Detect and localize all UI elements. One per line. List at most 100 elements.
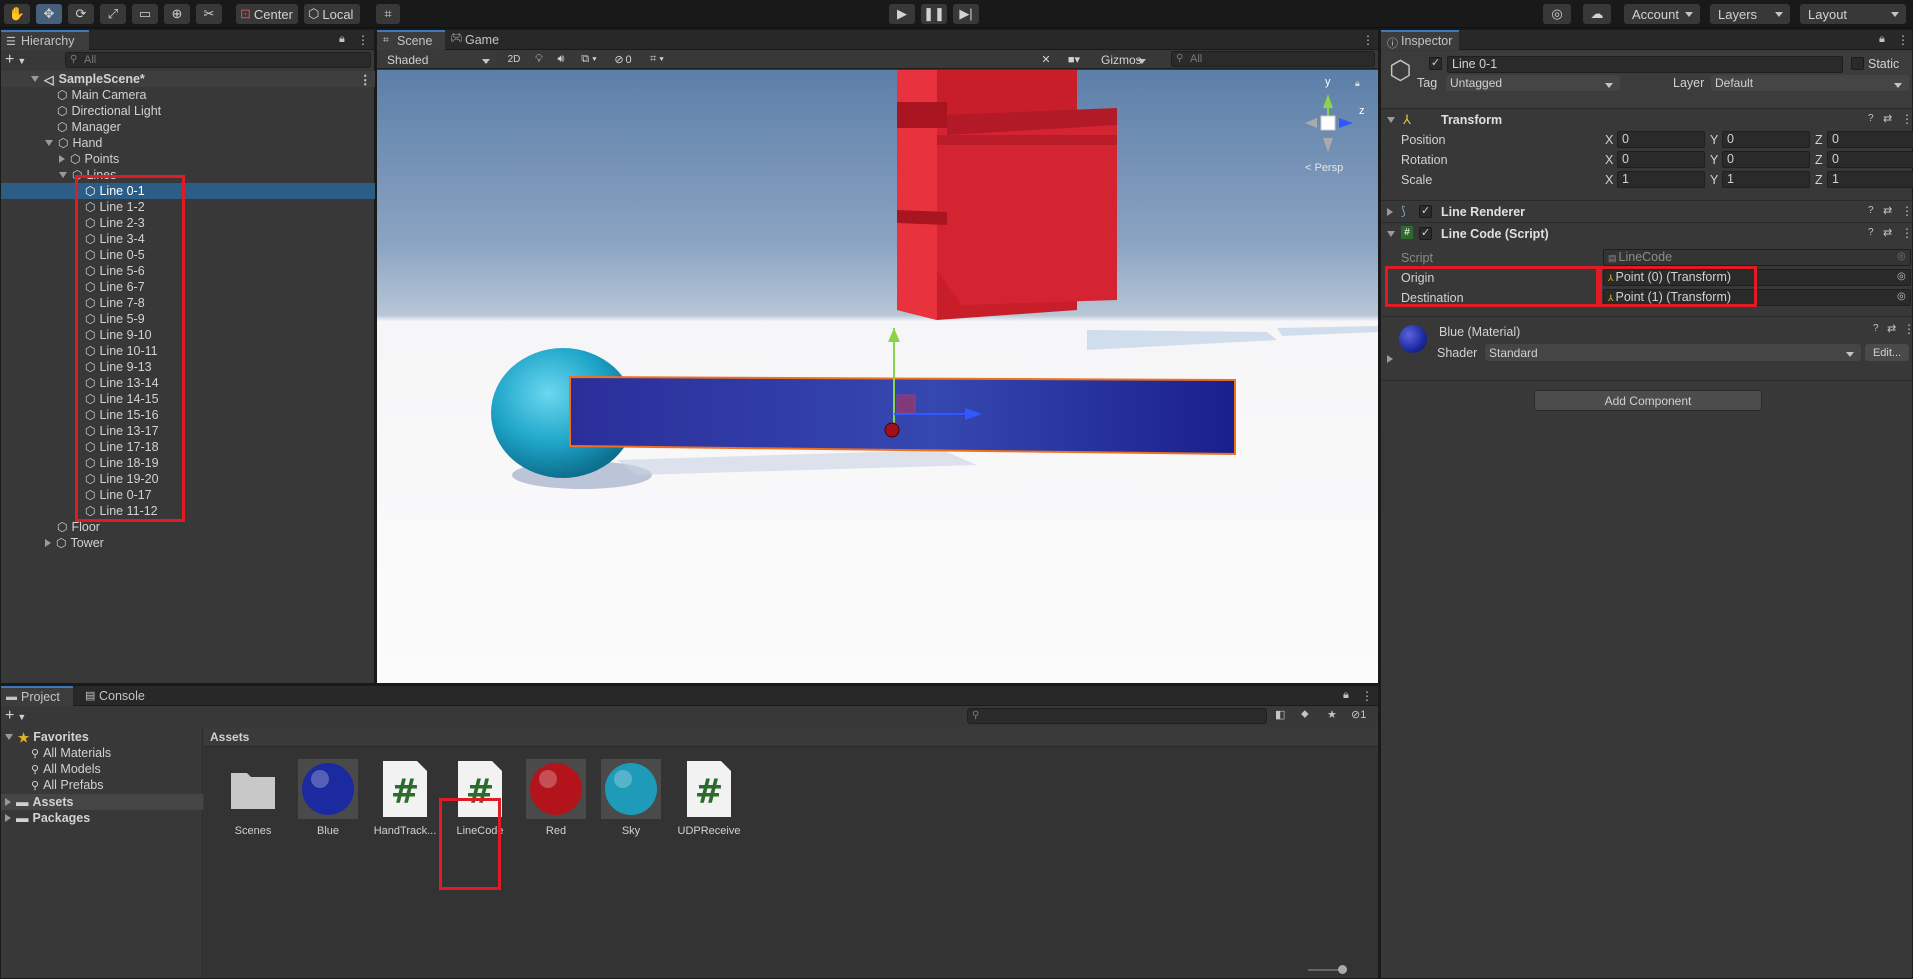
axis-label[interactable]: X (1605, 133, 1613, 147)
transform-rotation-field[interactable]: 0 (1722, 151, 1810, 168)
favorite-item[interactable]: ⚲ All Models (1, 761, 203, 777)
transform-position-field[interactable]: 0 (1617, 131, 1705, 148)
hierarchy-item[interactable]: ⬡ Tower (1, 535, 375, 551)
lighting-toggle[interactable]: 💡︎ (529, 51, 549, 68)
hidden-packages-icon[interactable]: ⊘1 (1351, 708, 1366, 721)
custom-tool-button[interactable]: ✂ (196, 4, 222, 24)
destination-field[interactable]: ⅄ Point (1) (Transform) (1603, 289, 1911, 306)
hierarchy-item[interactable]: ⬡ Line 13-14 (1, 375, 375, 391)
edit-shader-button[interactable]: Edit... (1865, 344, 1909, 361)
asset-item[interactable]: Sky (593, 757, 669, 837)
layout-dropdown[interactable]: Layout (1800, 4, 1906, 24)
origin-field[interactable]: ⅄ Point (0) (Transform) (1603, 269, 1911, 286)
favorite-item[interactable]: ⚲ All Prefabs (1, 777, 203, 793)
transform-position-field[interactable]: 0 (1722, 131, 1810, 148)
transform-position-field[interactable]: 0 (1827, 131, 1913, 148)
axis-label[interactable]: Y (1710, 153, 1718, 167)
help-icon[interactable]: ? (1868, 227, 1874, 238)
foldout-icon[interactable] (45, 539, 51, 547)
packages-root-row[interactable]: ▬ Packages (1, 810, 203, 826)
component-menu-icon[interactable]: ⋮ (1901, 112, 1913, 126)
inspector-menu-icon[interactable]: ⋮ (1897, 33, 1909, 47)
preset-icon[interactable]: ⇄ (1883, 112, 1892, 125)
project-create-button[interactable]: + ▼ (5, 707, 35, 725)
grid-snap-button[interactable]: ⌗ (376, 4, 400, 24)
scene-menu-icon[interactable]: ⋮ (359, 72, 372, 87)
axis-label[interactable]: Y (1710, 173, 1718, 187)
hierarchy-item[interactable]: ⬡ Line 17-18 (1, 439, 375, 455)
material-menu-icon[interactable]: ⋮ (1903, 322, 1913, 336)
effects-dropdown[interactable]: ⧉ ▾ (573, 51, 605, 68)
component-menu-icon[interactable]: ⋮ (1901, 204, 1913, 218)
add-component-button[interactable]: Add Component (1534, 390, 1762, 411)
gizmo-lock-icon[interactable]: 🔒︎ (1355, 78, 1360, 89)
scene-menu-icon[interactable]: ⋮ (1362, 33, 1374, 47)
gizmo-pivot[interactable] (884, 422, 900, 438)
project-search-input[interactable]: ⚲ (967, 708, 1267, 724)
tools-toggle[interactable]: ✕ (1035, 51, 1057, 68)
cloud-button[interactable]: ☁ (1583, 4, 1611, 24)
static-checkbox[interactable] (1851, 57, 1864, 70)
hierarchy-item[interactable]: ⬡ Line 13-17 (1, 423, 375, 439)
project-menu-icon[interactable]: ⋮ (1361, 689, 1373, 703)
hierarchy-item[interactable]: ⬡ Line 11-12 (1, 503, 375, 519)
hierarchy-item[interactable]: ⬡ Line 1-2 (1, 199, 375, 215)
rect-tool-button[interactable]: ▭ (132, 4, 158, 24)
axis-label[interactable]: Z (1815, 133, 1823, 147)
help-icon[interactable]: ? (1868, 113, 1874, 124)
lock-icon[interactable]: 🔒︎ (1879, 33, 1885, 46)
axis-label[interactable]: X (1605, 153, 1613, 167)
axis-label[interactable]: X (1605, 173, 1613, 187)
step-button[interactable]: ▶| (953, 4, 979, 24)
asset-item[interactable]: # HandTrack... (367, 757, 443, 837)
tab-scene[interactable]: ⌗ Scene (377, 30, 445, 50)
pause-button[interactable]: ❚❚ (921, 4, 947, 24)
persp-label[interactable]: < Persp (1305, 162, 1343, 174)
grid-dropdown[interactable]: ⌗ ▾ (641, 51, 673, 68)
foldout-icon[interactable] (59, 155, 65, 163)
axis-label[interactable]: Z (1815, 173, 1823, 187)
hierarchy-item[interactable]: ⬡ Line 6-7 (1, 279, 375, 295)
line-code-header[interactable]: # Line Code (Script) ? ⇄ ⋮ (1381, 222, 1913, 244)
hierarchy-item[interactable]: ⬡ Line 10-11 (1, 343, 375, 359)
hidden-objects-toggle[interactable]: ⊘ 0 (607, 51, 639, 68)
foldout-icon[interactable] (45, 140, 53, 146)
hierarchy-search-input[interactable]: ⚲ All (65, 52, 371, 68)
move-tool-button[interactable]: ✥ (36, 4, 62, 24)
services-button[interactable]: ◎ (1543, 4, 1571, 24)
hierarchy-item[interactable]: ⬡ Line 14-15 (1, 391, 375, 407)
hierarchy-item[interactable]: ⬡ Directional Light (1, 103, 375, 119)
gizmos-dropdown[interactable]: Gizmos (1093, 51, 1153, 68)
line-renderer-checkbox[interactable] (1419, 204, 1432, 218)
tab-project[interactable]: ▬ Project (1, 686, 73, 706)
hand-tool-button[interactable]: ✋ (4, 4, 30, 24)
tab-hierarchy[interactable]: ☰ Hierarchy (1, 30, 89, 50)
scene-row[interactable]: ◁ SampleScene* ⋮ (1, 71, 375, 87)
play-button[interactable]: ▶ (889, 4, 915, 24)
asset-item[interactable]: # UDPReceive (671, 757, 747, 837)
line-renderer-header[interactable]: ⟆ Line Renderer ? ⇄ ⋮ (1381, 200, 1913, 222)
search-by-type-icon[interactable]: ◧ (1275, 708, 1285, 721)
asset-item[interactable]: # LineCode (442, 757, 518, 837)
hierarchy-item[interactable]: ⬡ Line 18-19 (1, 455, 375, 471)
asset-item[interactable]: Scenes (215, 757, 291, 837)
hierarchy-item[interactable]: ⬡ Line 9-13 (1, 359, 375, 375)
transform-header[interactable]: ⅄ Transform ? ⇄ ⋮ (1381, 108, 1913, 130)
transform-scale-field[interactable]: 1 (1617, 171, 1705, 188)
scene-search-input[interactable]: ⚲ All (1171, 51, 1375, 67)
favorites-row[interactable]: ★ Favorites (1, 729, 203, 745)
hierarchy-item[interactable]: ⬡ Lines (1, 167, 375, 183)
rotate-tool-button[interactable]: ⟳ (68, 4, 94, 24)
destination-picker-icon[interactable]: ◎ (1897, 291, 1906, 302)
transform-tool-button[interactable]: ⊕ (164, 4, 190, 24)
transform-scale-field[interactable]: 1 (1827, 171, 1913, 188)
component-menu-icon[interactable]: ⋮ (1901, 226, 1913, 240)
asset-item[interactable]: Red (518, 757, 594, 837)
shader-dropdown[interactable]: Standard (1485, 344, 1861, 361)
preset-icon[interactable]: ⇄ (1883, 226, 1892, 239)
hierarchy-item[interactable]: ⬡ Line 3-4 (1, 231, 375, 247)
origin-picker-icon[interactable]: ◎ (1897, 271, 1906, 282)
scene-viewport[interactable]: y z 🔒︎ < Persp (377, 70, 1378, 683)
axis-label[interactable]: Z (1815, 153, 1823, 167)
hierarchy-menu-icon[interactable]: ⋮ (357, 33, 369, 47)
